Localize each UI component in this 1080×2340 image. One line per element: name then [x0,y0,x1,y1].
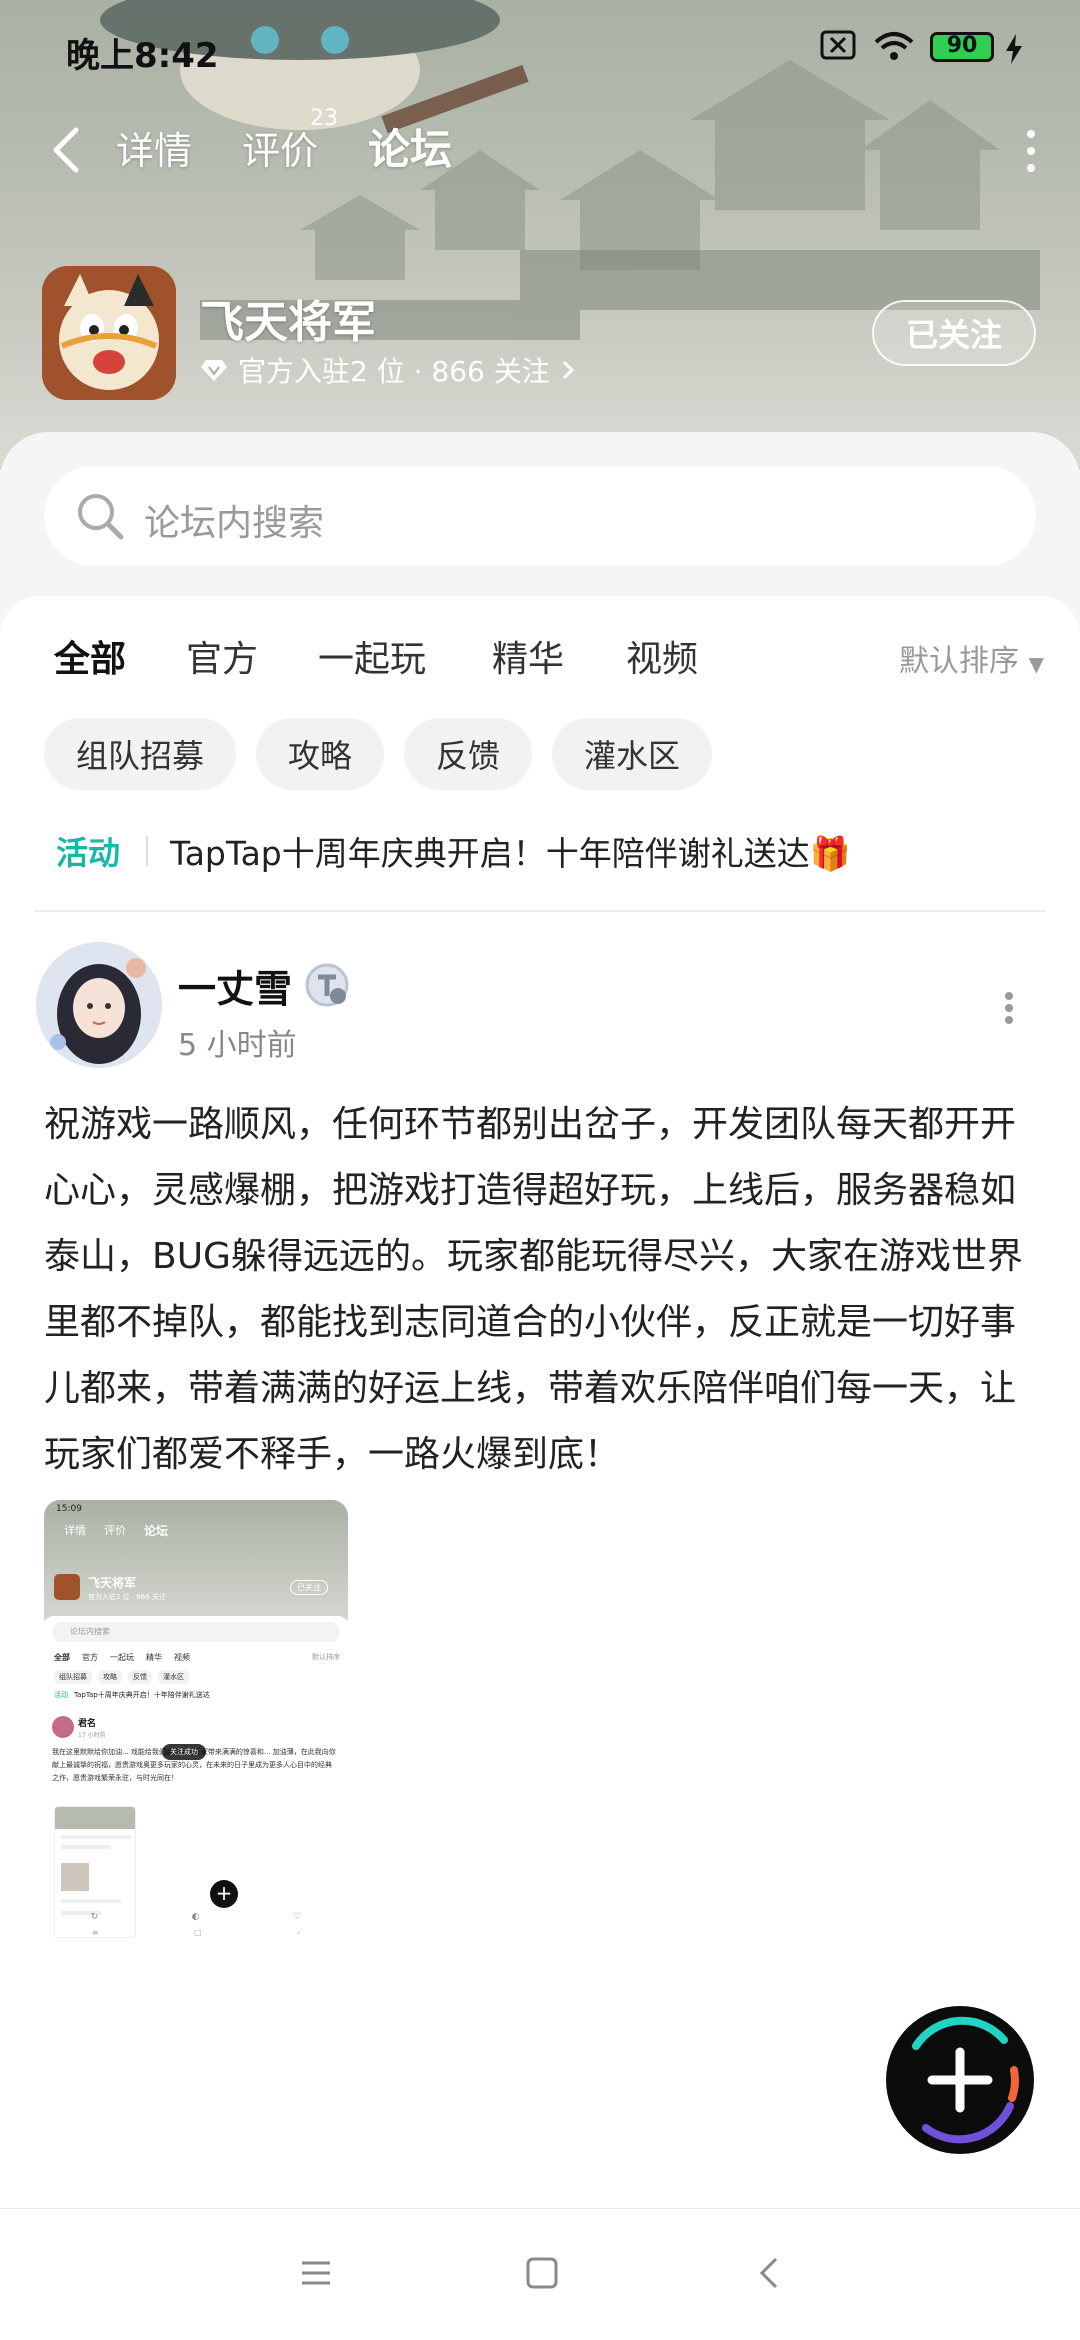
thumb-filter-2: 一起玩 [110,1653,134,1662]
thumb-chip-3: 灌水区 [158,1670,189,1684]
new-post-button[interactable] [886,2006,1034,2154]
thumb-tab-forum: 论坛 [144,1524,169,1538]
menu-icon[interactable] [296,2253,336,2293]
battery-icon: 90 [930,32,994,62]
battery-level: 90 [946,33,978,58]
thumb-chip-1: 攻略 [98,1670,122,1684]
header-nav: 详情 评价 23 论坛 [0,106,1080,190]
search-input[interactable]: 论坛内搜索 [44,466,1036,566]
status-bar: 晚上8:42 90 [0,0,1080,100]
chevron-right-icon [562,360,574,380]
thumb-search: 论坛内搜索 [52,1622,340,1642]
game-meta-text: 官方入驻2 位 · 866 关注 [238,355,550,388]
status-time: 晚上8:42 [66,36,219,76]
thumb-filter-0: 全部 [54,1653,70,1662]
search-placeholder: 论坛内搜索 [144,503,325,544]
activity-separator [146,836,149,866]
wifi-icon [874,32,914,60]
post-more-icon[interactable] [1002,990,1016,1026]
game-meta[interactable]: 官方入驻2 位 · 866 关注 [200,350,576,390]
search-icon [78,494,124,540]
divider [34,910,1046,912]
verified-badge-icon [305,963,349,1007]
filter-tab-video[interactable]: 视频 [626,630,698,682]
thumb-filter-1: 官方 [82,1653,98,1662]
thumb-meta: 官方入驻2 位 · 866 关注 [88,1593,166,1601]
tab-reviews[interactable]: 评价 [242,120,318,175]
filter-tab-official[interactable]: 官方 [186,630,258,682]
thumb-time: 15:09 [56,1504,82,1514]
activity-banner[interactable]: 活动 TapTap十周年庆典开启！十年陪伴谢礼送达🎁 [56,826,851,876]
thumb-fab: + [210,1880,238,1908]
topic-chips: 组队招募 攻略 反馈 灌水区 [44,718,713,792]
thumb-sort: 默认排序 [312,1653,340,1661]
post-time: 5 小时前 [178,1028,297,1063]
activity-tag: 活动 [56,834,121,872]
activity-text: TapTap十周年庆典开启！十年陪伴谢礼送达🎁 [170,834,851,873]
thumb-game-icon [54,1574,80,1600]
thumb-chips: 组队招募 攻略 反馈 灌水区 [54,1670,189,1684]
tab-forum[interactable]: 论坛 [365,116,455,177]
back-icon[interactable] [750,2253,790,2293]
thumb-toast: 关注成功 [162,1744,206,1760]
thumb-author: 君名 [78,1719,97,1729]
thumb-filter-3: 精华 [146,1653,162,1662]
filter-tab-play-together[interactable]: 一起玩 [318,630,426,682]
thumb-activity: 活动 TapTap十周年庆典开启！十年陪伴谢礼送达 [54,1690,210,1700]
thumb-body: 论坛内搜索 全部 官方 一起玩 精华 视频 默认排序 组队招募 攻略 反馈 灌水… [44,1616,348,2140]
plus-icon [912,2016,1019,2144]
avatar[interactable] [36,942,162,1068]
charging-icon [1006,34,1022,64]
thumb-search-placeholder: 论坛内搜索 [70,1627,110,1636]
post-content[interactable]: 祝游戏一路顺风，任何环节都别出岔子，开发团队每天都开开心心，灵感爆棚，把游戏打造… [44,1092,1044,1488]
chip-team-recruit[interactable]: 组队招募 [44,718,237,790]
caret-down-icon: ▼ [1028,652,1044,676]
thumb-activity-text: TapTap十周年庆典开启！十年陪伴谢礼送达 [74,1691,210,1699]
thumb-tab-reviews: 评价 [104,1524,126,1537]
thumb-tab-details: 详情 [64,1524,86,1537]
more-options-icon[interactable] [1024,126,1038,176]
tab-details[interactable]: 详情 [116,120,192,175]
sort-dropdown[interactable]: 默认排序 ▼ [899,636,1044,680]
thumb-avatar [52,1716,74,1738]
game-icon[interactable] [42,266,176,400]
system-nav-bar [0,2208,1080,2340]
thumb-filter-tabs: 全部 官方 一起玩 精华 视频 [54,1652,190,1663]
filter-tabs: 全部 官方 一起玩 精华 视频 默认排序 ▼ [0,630,1080,700]
chip-guide[interactable]: 攻略 [256,718,385,790]
chip-feedback[interactable]: 反馈 [404,718,533,790]
chip-chat[interactable]: 灌水区 [552,718,713,790]
sim-error-icon [820,30,856,60]
filter-tab-featured[interactable]: 精华 [492,630,564,682]
reviews-count: 23 [310,106,338,131]
thumb-sysnav: ≡ □ ‹ [91,1928,301,1937]
thumb-chip-0: 组队招募 [54,1670,92,1684]
thumb-chip-2: 反馈 [128,1670,152,1684]
thumb-follow: 已关注 [290,1580,328,1595]
thumb-game-name: 飞天将军 [88,1576,137,1590]
follow-button[interactable]: 已关注 [872,300,1036,366]
thumb-filter-4: 视频 [174,1653,190,1662]
sort-label: 默认排序 [899,644,1020,679]
thumb-banner: 15:09 详情 评价 论坛 飞天将军 官方入驻2 位 · 866 关注 已关注 [44,1500,348,1620]
game-name: 飞天将军 [200,297,376,348]
thumb-activity-tag: 活动 [54,1691,68,1699]
thumb-time-ago: 17 小时前 [78,1732,106,1739]
post-author[interactable]: 一丈雪 [178,958,292,1013]
filter-tab-all[interactable]: 全部 [54,630,126,682]
post-image[interactable]: 15:09 详情 评价 论坛 飞天将军 官方入驻2 位 · 866 关注 已关注… [44,1500,348,2140]
back-arrow-icon[interactable] [46,124,86,176]
home-icon[interactable] [522,2253,562,2293]
diamond-icon [201,360,227,381]
